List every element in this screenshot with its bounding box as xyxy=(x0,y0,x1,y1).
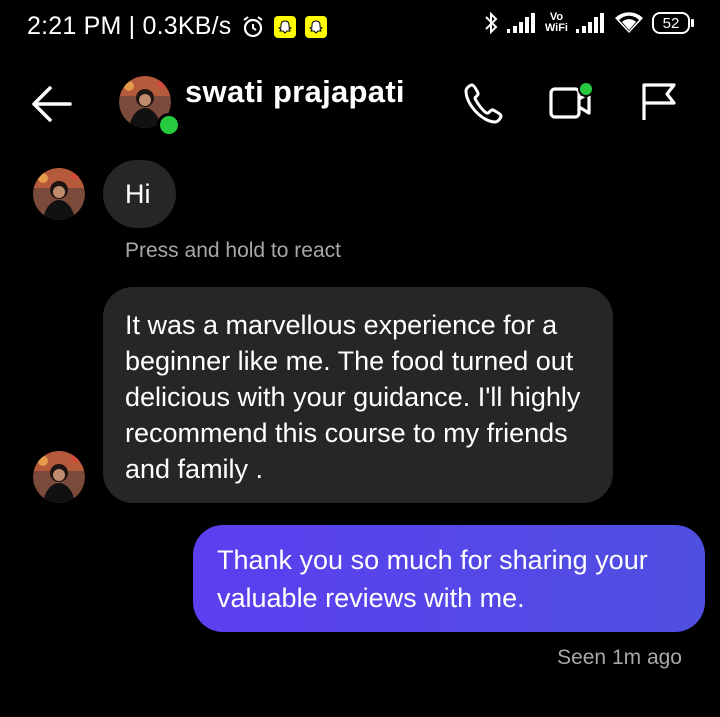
message-text: It was a marvellous experience for a beg… xyxy=(125,310,581,484)
status-bar: 2:21 PM | 0.3KB/s Vo WiFi 52 xyxy=(0,0,720,56)
message-bubble-outgoing[interactable]: Thank you so much for sharing your valua… xyxy=(193,525,705,632)
bluetooth-icon xyxy=(485,11,498,35)
phone-icon[interactable] xyxy=(463,80,507,124)
message-text: Hi xyxy=(125,179,151,209)
battery-icon: 52 xyxy=(652,12,694,34)
react-hint: Press and hold to react xyxy=(125,239,341,262)
status-left-icons xyxy=(241,15,328,39)
message-bubble-incoming[interactable]: It was a marvellous experience for a beg… xyxy=(103,287,613,503)
avatar[interactable] xyxy=(33,168,85,220)
video-call-icon[interactable] xyxy=(548,80,592,124)
avatar-image xyxy=(33,168,85,220)
flag-icon[interactable] xyxy=(637,80,681,124)
signal-icon xyxy=(506,13,535,33)
battery-level: 52 xyxy=(662,14,680,32)
wifi-icon xyxy=(615,12,643,34)
status-left: 2:21 PM | 0.3KB/s xyxy=(27,12,328,41)
back-arrow-icon[interactable] xyxy=(30,84,74,124)
seen-status: Seen 1m ago xyxy=(557,646,682,669)
signal-icon xyxy=(576,13,604,33)
message-bubble-incoming[interactable]: Hi xyxy=(103,160,176,228)
avatar[interactable] xyxy=(33,451,85,503)
alarm-icon xyxy=(243,15,264,37)
contact-name[interactable]: swati prajapati xyxy=(185,74,405,110)
chat-header: swati prajapati xyxy=(0,66,720,138)
vowifi-icon: Vo WiFi xyxy=(545,12,568,34)
online-status-dot xyxy=(157,113,181,137)
avatar-image xyxy=(33,451,85,503)
snapchat-icon xyxy=(305,15,328,38)
vowifi-bottom: WiFi xyxy=(544,22,568,34)
snapchat-icon xyxy=(274,15,297,38)
status-time-speed: 2:21 PM | 0.3KB/s xyxy=(27,12,232,40)
message-text: Thank you so much for sharing your valua… xyxy=(217,545,648,613)
status-right: Vo WiFi 52 xyxy=(483,10,694,36)
